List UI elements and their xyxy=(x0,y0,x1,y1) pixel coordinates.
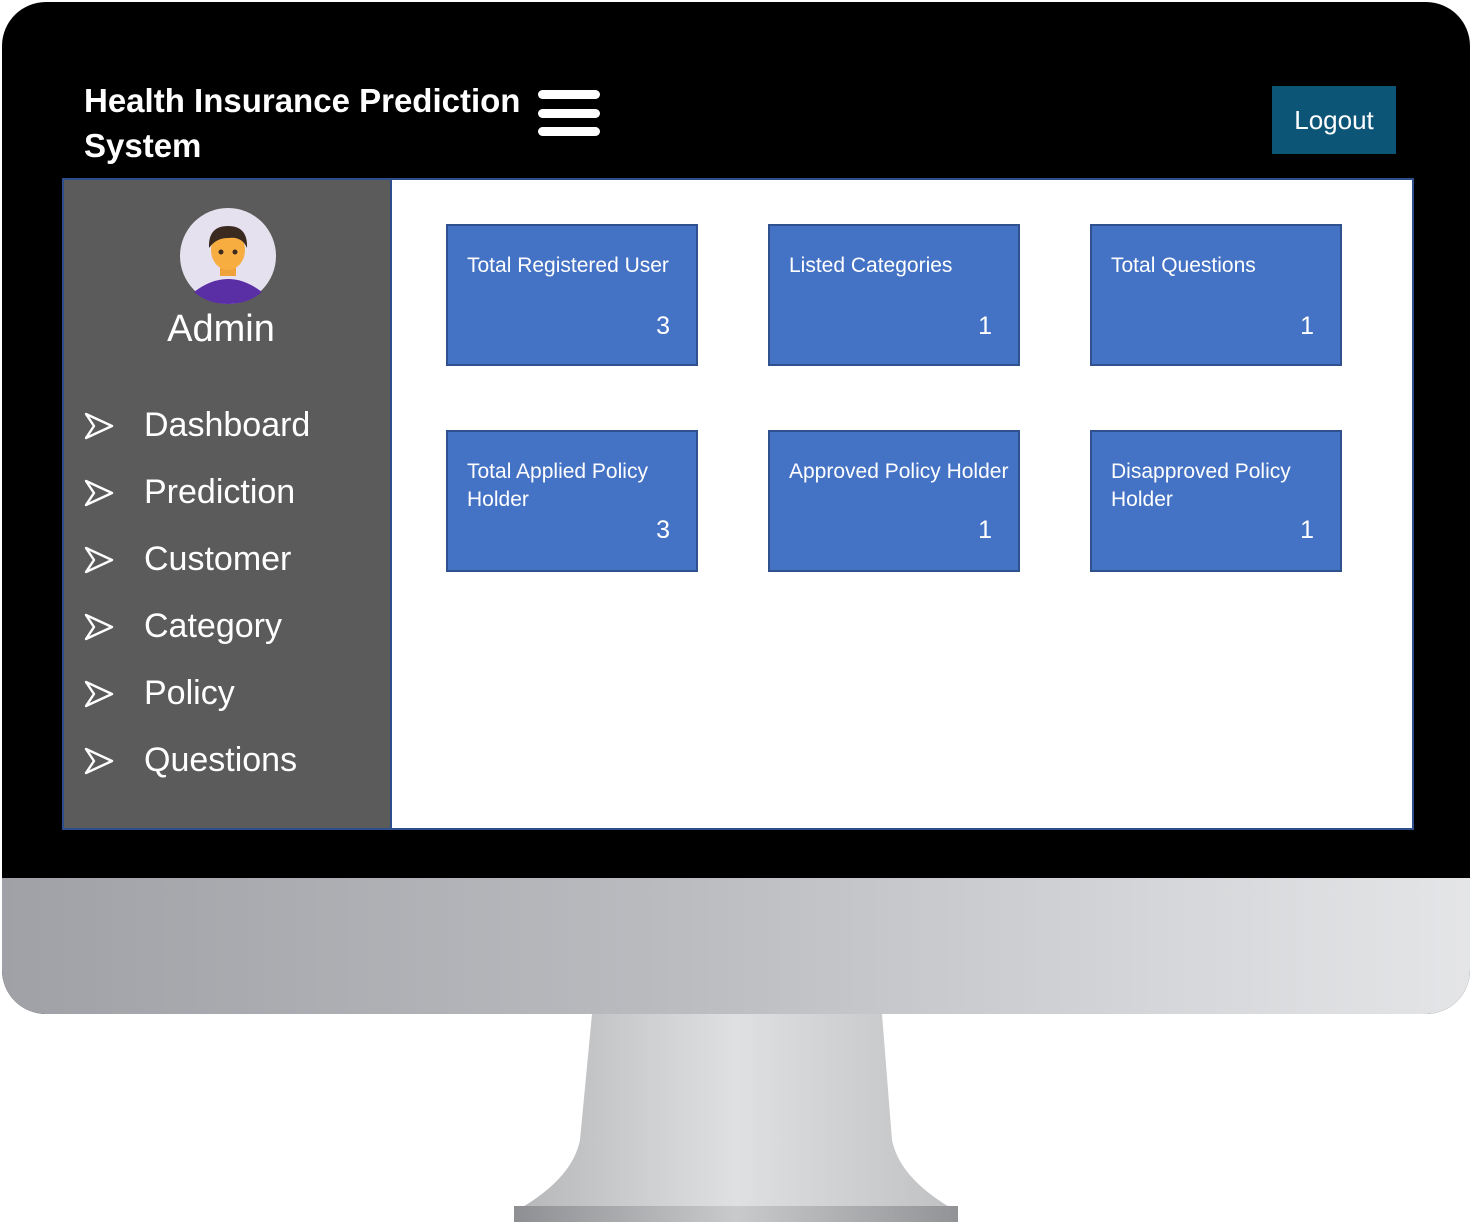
arrow-right-icon xyxy=(84,412,114,439)
monitor-bezel: Health Insurance Prediction System Logou… xyxy=(2,2,1470,1014)
app-screen: Health Insurance Prediction System Logou… xyxy=(62,64,1414,830)
card-disapproved-policy-holder[interactable]: Disapproved Policy Holder 1 xyxy=(1090,430,1342,572)
sidebar-item-questions[interactable]: Questions xyxy=(84,727,310,794)
card-label: Approved Policy Holder xyxy=(789,460,1009,483)
sidebar-item-label: Prediction xyxy=(144,473,296,511)
card-total-questions[interactable]: Total Questions 1 xyxy=(1090,224,1342,366)
card-total-applied-policy-holder[interactable]: Total Applied Policy Holder 3 xyxy=(446,430,698,572)
arrow-right-icon xyxy=(84,747,114,774)
sidebar-item-policy[interactable]: Policy xyxy=(84,660,310,727)
arrow-right-icon xyxy=(84,613,114,640)
arrow-right-icon xyxy=(84,546,114,573)
sidebar-item-dashboard[interactable]: Dashboard xyxy=(84,392,310,459)
sidebar-item-prediction[interactable]: Prediction xyxy=(84,459,310,526)
sidebar-item-label: Policy xyxy=(144,674,235,712)
sidebar-item-label: Dashboard xyxy=(144,406,311,444)
sidebar-item-customer[interactable]: Customer xyxy=(84,526,310,593)
card-label: Disapproved Policy Holder xyxy=(1111,460,1291,511)
sidebar: Admin Dashboard Prediction Customer Cate… xyxy=(62,178,390,830)
card-value: 1 xyxy=(978,312,992,340)
user-name: Admin xyxy=(167,308,275,350)
app-title: Health Insurance Prediction System xyxy=(84,82,521,164)
card-value: 3 xyxy=(656,312,670,340)
card-value: 1 xyxy=(978,516,992,544)
card-label: Total Questions xyxy=(1111,254,1256,277)
card-listed-categories[interactable]: Listed Categories 1 xyxy=(768,224,1020,366)
sidebar-nav: Dashboard Prediction Customer Category P… xyxy=(84,392,310,794)
card-value: 1 xyxy=(1300,312,1314,340)
dashboard-panel: Total Registered User 3 Listed Categorie… xyxy=(390,178,1414,830)
card-label: Listed Categories xyxy=(789,254,953,277)
card-value: 1 xyxy=(1300,516,1314,544)
arrow-right-icon xyxy=(84,680,114,707)
card-label: Total Applied Policy Holder xyxy=(467,460,648,511)
sidebar-item-label: Questions xyxy=(144,741,298,779)
hamburger-menu-icon[interactable] xyxy=(538,90,600,136)
card-value: 3 xyxy=(656,516,670,544)
arrow-right-icon xyxy=(84,479,114,506)
monitor-chin xyxy=(2,878,1470,1014)
card-total-registered-user[interactable]: Total Registered User 3 xyxy=(446,224,698,366)
card-label: Total Registered User xyxy=(467,254,669,277)
avatar xyxy=(180,208,276,304)
sidebar-item-label: Customer xyxy=(144,540,292,578)
sidebar-item-label: Category xyxy=(144,607,282,645)
sidebar-item-category[interactable]: Category xyxy=(84,593,310,660)
card-approved-policy-holder[interactable]: Approved Policy Holder 1 xyxy=(768,430,1020,572)
logout-button[interactable]: Logout xyxy=(1272,86,1396,154)
